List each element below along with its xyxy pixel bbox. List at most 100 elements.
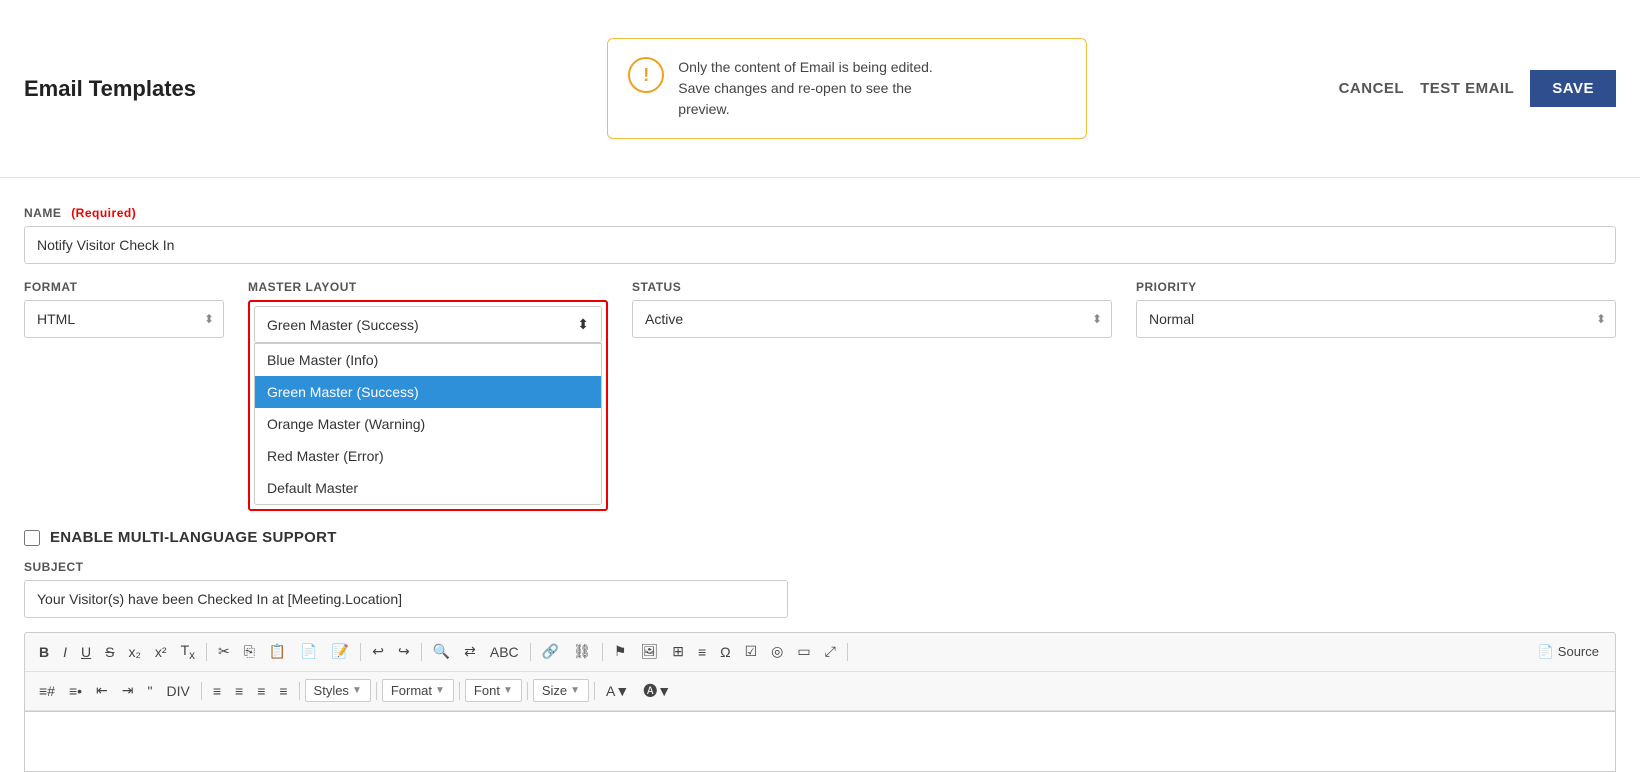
status-col: STATUS Active Inactive ⬍ [632, 280, 1112, 338]
toolbar-sep-6 [847, 643, 848, 661]
format-select[interactable]: HTML Plain Text [24, 300, 224, 338]
bg-color-button[interactable]: 🅐▼ [637, 677, 677, 705]
multi-language-row: ENABLE MULTI-LANGUAGE SUPPORT [24, 529, 1616, 546]
radio-btn[interactable]: ◎ [765, 639, 789, 664]
dropdown-item-orange[interactable]: Orange Master (Warning) [255, 408, 601, 440]
status-select[interactable]: Active Inactive [632, 300, 1112, 338]
format-arrow: ▼ [435, 685, 445, 696]
italic-button[interactable]: I [57, 640, 73, 664]
master-layout-arrow: ⬍ [577, 316, 589, 333]
maximize-button[interactable]: ⤢ [819, 639, 842, 664]
notification-text: Only the content of Email is being edite… [678, 57, 932, 120]
dropdown-item-default[interactable]: Default Master [255, 472, 601, 504]
toolbar-sep-2 [360, 643, 361, 661]
editor-body[interactable] [24, 712, 1616, 772]
link-button[interactable]: 🔗 [536, 639, 565, 664]
format-select-wrapper: HTML Plain Text ⬍ [24, 300, 224, 338]
flag-button[interactable]: ⚑ [608, 639, 633, 664]
paste-word-button[interactable]: 📝 [326, 639, 355, 664]
master-layout-selected[interactable]: Green Master (Success) ⬍ [254, 306, 602, 343]
spellcheck-button[interactable]: ABC [484, 640, 525, 664]
image-button[interactable]: 🖼 [634, 639, 664, 664]
underline-button[interactable]: U [75, 640, 97, 664]
priority-col: PRIORITY Normal High Low ⬍ [1136, 280, 1616, 338]
unlink-button[interactable]: ⛓ [567, 639, 597, 664]
test-email-button[interactable]: TEST EMAIL [1420, 80, 1514, 97]
redo-button[interactable]: ↪ [392, 639, 416, 664]
source-button[interactable]: 📄 Source [1530, 640, 1607, 664]
master-layout-label: MASTER LAYOUT [248, 280, 608, 294]
format-label: FORMAT [24, 280, 224, 294]
copy-button[interactable]: ⎘ [238, 639, 261, 664]
header: Email Templates ! Only the content of Em… [0, 0, 1640, 178]
toolbar-sep-1 [206, 643, 207, 661]
dropdown-item-red[interactable]: Red Master (Error) [255, 440, 601, 472]
dropdown-item-green[interactable]: Green Master (Success) [255, 376, 601, 408]
page-title: Email Templates [24, 76, 196, 102]
name-field-group: NAME (Required) [24, 206, 1616, 264]
styles-dropdown[interactable]: Styles ▼ [305, 679, 371, 702]
checkbox-btn[interactable]: ☑ [739, 639, 764, 664]
subscript-button[interactable]: x₂ [122, 640, 146, 664]
editor-toolbar: B I U S x₂ x² Tx ✂ ⎘ 📋 📄 📝 ↩ ↪ 🔍 ⇄ ABC 🔗… [24, 632, 1616, 712]
toolbar-sep-10 [459, 682, 460, 700]
box-btn[interactable]: ▭ [791, 639, 816, 664]
subject-row: SUBJECT [24, 560, 1616, 618]
toolbar-sep-5 [602, 643, 603, 661]
master-layout-dropdown: Blue Master (Info) Green Master (Success… [254, 343, 602, 505]
font-color-button[interactable]: A▼ [600, 679, 635, 703]
align-left-button[interactable]: ≡ [207, 679, 227, 703]
multi-language-label: ENABLE MULTI-LANGUAGE SUPPORT [50, 529, 337, 546]
blockquote-button[interactable]: " [142, 679, 159, 703]
replace-button[interactable]: ⇄ [458, 639, 482, 664]
paste-button[interactable]: 📋 [263, 639, 292, 664]
size-dropdown[interactable]: Size ▼ [533, 679, 589, 702]
font-dropdown[interactable]: Font ▼ [465, 679, 522, 702]
toolbar-row-1: B I U S x₂ x² Tx ✂ ⎘ 📋 📄 📝 ↩ ↪ 🔍 ⇄ ABC 🔗… [25, 633, 1615, 672]
save-button[interactable]: SAVE [1530, 70, 1616, 107]
superscript-button[interactable]: x² [149, 640, 173, 664]
size-arrow: ▼ [570, 685, 580, 696]
find-button[interactable]: 🔍 [427, 639, 456, 664]
ordered-list-button[interactable]: ≡# [33, 679, 61, 703]
master-layout-border: Green Master (Success) ⬍ Blue Master (In… [248, 300, 608, 511]
multi-language-checkbox[interactable] [24, 530, 40, 546]
dropdown-item-blue[interactable]: Blue Master (Info) [255, 344, 601, 376]
toolbar-sep-9 [376, 682, 377, 700]
header-actions: CANCEL TEST EMAIL SAVE [1339, 70, 1616, 107]
align-center-button[interactable]: ≡ [229, 679, 249, 703]
styles-arrow: ▼ [352, 685, 362, 696]
fields-row: FORMAT HTML Plain Text ⬍ MASTER LAYOUT G… [24, 280, 1616, 511]
format-dropdown[interactable]: Format ▼ [382, 679, 454, 702]
outdent-button[interactable]: ⇤ [90, 678, 114, 703]
bold-button[interactable]: B [33, 640, 55, 664]
undo-button[interactable]: ↩ [366, 639, 390, 664]
unordered-list-button[interactable]: ≡• [63, 679, 88, 703]
remove-format-button[interactable]: Tx [175, 638, 201, 666]
toolbar-row-2: ≡# ≡• ⇤ ⇥ " DIV ≡ ≡ ≡ ≡ Styles ▼ Format … [25, 672, 1615, 711]
subject-input[interactable] [24, 580, 788, 618]
align-button[interactable]: ≡ [692, 640, 712, 664]
priority-select-wrapper: Normal High Low ⬍ [1136, 300, 1616, 338]
status-label: STATUS [632, 280, 1112, 294]
paste-text-button[interactable]: 📄 [294, 639, 323, 664]
form-area: NAME (Required) FORMAT HTML Plain Text ⬍… [0, 178, 1640, 772]
master-layout-col: MASTER LAYOUT Green Master (Success) ⬍ B… [248, 280, 608, 511]
name-input[interactable] [24, 226, 1616, 264]
priority-select[interactable]: Normal High Low [1136, 300, 1616, 338]
toolbar-sep-3 [421, 643, 422, 661]
strikethrough-button[interactable]: S [99, 640, 120, 664]
indent-button[interactable]: ⇥ [116, 678, 140, 703]
font-arrow: ▼ [503, 685, 513, 696]
toolbar-sep-4 [530, 643, 531, 661]
align-justify-button[interactable]: ≡ [273, 679, 293, 703]
align-right-button[interactable]: ≡ [251, 679, 271, 703]
cut-button[interactable]: ✂ [212, 639, 236, 664]
special-char-button[interactable]: Ω [714, 640, 736, 664]
cancel-button[interactable]: CANCEL [1339, 80, 1405, 97]
toolbar-sep-7 [201, 682, 202, 700]
notification-box: ! Only the content of Email is being edi… [607, 38, 1087, 139]
div-button[interactable]: DIV [161, 679, 196, 703]
format-col: FORMAT HTML Plain Text ⬍ [24, 280, 224, 338]
table-button[interactable]: ⊞ [666, 639, 690, 664]
